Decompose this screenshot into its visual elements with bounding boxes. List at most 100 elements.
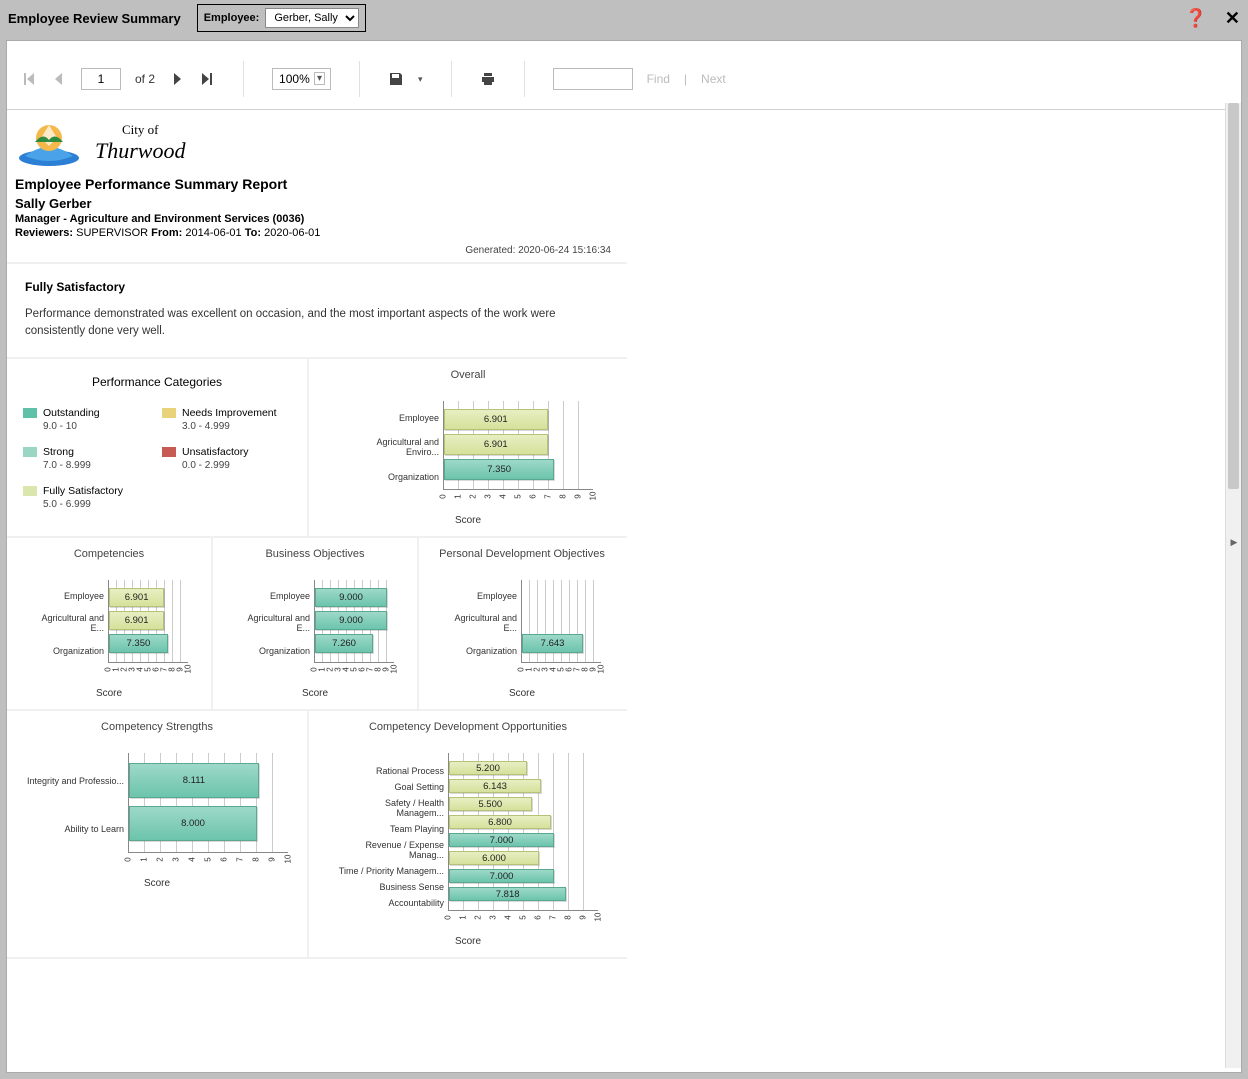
legend-swatch: [23, 408, 37, 418]
chart-title: Competencies: [74, 548, 144, 560]
axis-label: Score: [302, 688, 328, 699]
tick-label: 4: [499, 492, 508, 500]
bar: 7.350: [444, 459, 554, 479]
help-icon[interactable]: ❓: [1184, 8, 1206, 29]
print-icon[interactable]: [480, 71, 496, 87]
axis-label: Score: [144, 878, 170, 889]
bar-label: Agricultural and E...: [236, 613, 310, 633]
find-next-label[interactable]: Next: [701, 72, 726, 86]
next-page-icon[interactable]: [169, 71, 185, 87]
chart-title: Competency Strengths: [101, 721, 213, 733]
legend-name: Needs Improvement: [182, 407, 277, 419]
chart-business: Business Objectives EmployeeAgricultural…: [219, 548, 411, 699]
tick-label: 7: [236, 855, 245, 863]
tick-label: 7: [544, 492, 553, 500]
tick-label: 2: [469, 492, 478, 500]
legend-range: 7.0 - 8.999: [43, 460, 91, 471]
bar: 6.000: [449, 851, 539, 865]
bar: 7.000: [449, 833, 554, 847]
page-number-input[interactable]: [81, 68, 121, 90]
vertical-scrollbar[interactable]: ▶: [1225, 103, 1241, 1068]
personal-cell: Personal Development Objectives Employee…: [419, 538, 625, 709]
tick-label: 3: [489, 913, 498, 921]
zoom-select-wrap[interactable]: 100%: [272, 68, 331, 90]
tick-label: 10: [594, 913, 603, 921]
scrollbar-expand-icon[interactable]: ▶: [1229, 537, 1239, 548]
zoom-select[interactable]: 100%: [272, 68, 331, 90]
legend-title: Performance Categories: [23, 375, 291, 389]
find-label[interactable]: Find: [647, 72, 670, 86]
tick-label: 6: [220, 855, 229, 863]
scrollbar-thumb[interactable]: [1228, 103, 1239, 489]
bar-label: Time / Priority Managem...: [338, 866, 444, 876]
tick-label: 9: [579, 913, 588, 921]
bar: 7.818: [449, 887, 566, 901]
save-icon[interactable]: [388, 71, 404, 87]
bar-label: Safety / Health Managem...: [338, 798, 444, 818]
tick-label: 10: [589, 492, 598, 500]
employee-name: Sally Gerber: [15, 196, 619, 211]
tick-label: 8: [564, 913, 573, 921]
tick-label: 1: [454, 492, 463, 500]
bar-label: Team Playing: [338, 824, 444, 834]
bar: 9.000: [315, 588, 387, 607]
bar-label: Agricultural and Enviro...: [343, 437, 439, 457]
tick-label: 10: [284, 855, 293, 863]
legend-name: Strong: [43, 446, 91, 458]
tick-label: 4: [188, 855, 197, 863]
page-of-label: of 2: [135, 72, 155, 86]
bar: 6.901: [109, 588, 164, 607]
axis-label: Score: [509, 688, 535, 699]
bar: 6.901: [444, 409, 548, 429]
legend-item: Needs Improvement 3.0 - 4.999: [162, 407, 291, 432]
bar-label: Organization: [236, 646, 310, 656]
report-body-scroll[interactable]: City of Thurwood Employee Performance Su…: [7, 110, 1241, 1072]
bar: 7.000: [449, 869, 554, 883]
axis-label: Score: [455, 515, 481, 526]
bar-label: Employee: [343, 413, 439, 423]
competencies-cell: Competencies EmployeeAgricultural and E.…: [7, 538, 213, 709]
tick-label: 8: [559, 492, 568, 500]
tick-label: 4: [504, 913, 513, 921]
legend-name: Unsatisfactory: [182, 446, 249, 458]
chart-strengths: Competency Strengths Integrity and Profe…: [13, 721, 301, 889]
tick-label: 1: [459, 913, 468, 921]
close-icon[interactable]: ✕: [1225, 8, 1240, 29]
legend-item: Fully Satisfactory 5.0 - 6.999: [23, 485, 152, 510]
report-viewer-toolbar: of 2 100% ▾ Find |: [7, 41, 1241, 110]
tick-label: 10: [184, 665, 193, 673]
bar: 6.901: [444, 434, 548, 454]
employee-select[interactable]: Gerber, Sally: [265, 8, 359, 28]
chart-dev: Competency Development Opportunities Rat…: [315, 721, 621, 947]
last-page-icon[interactable]: [199, 71, 215, 87]
tick-label: 2: [474, 913, 483, 921]
bar-label: Accountability: [338, 898, 444, 908]
tick-label: 5: [519, 913, 528, 921]
tick-label: 10: [597, 665, 606, 673]
legend-swatch: [162, 408, 176, 418]
tick-label: 6: [529, 492, 538, 500]
report-header: Employee Performance Summary Report Sall…: [7, 172, 627, 262]
first-page-icon[interactable]: [21, 71, 37, 87]
tick-label: 3: [172, 855, 181, 863]
bar: 6.800: [449, 815, 551, 829]
logo-text-small: City of: [95, 122, 185, 138]
bar-label: Agricultural and E...: [30, 613, 104, 633]
bar-label: Rational Process: [338, 766, 444, 776]
prev-page-icon[interactable]: [51, 71, 67, 87]
tick-label: 6: [534, 913, 543, 921]
legend-range: 9.0 - 10: [43, 421, 100, 432]
title-bar: Employee Review Summary Employee: Gerber…: [0, 0, 1248, 36]
tick-label: 5: [514, 492, 523, 500]
legend-cell: Performance Categories Outstanding 9.0 -…: [7, 359, 309, 536]
summary-body: Performance demonstrated was excellent o…: [25, 306, 609, 341]
find-input[interactable]: [553, 68, 633, 90]
bar: 7.350: [109, 634, 168, 653]
legend-swatch: [23, 486, 37, 496]
chart-title: Business Objectives: [265, 548, 364, 560]
employee-label: Employee:: [204, 12, 260, 24]
bar-label: Goal Setting: [338, 782, 444, 792]
logo-row: City of Thurwood: [7, 110, 627, 172]
tick-label: 0: [439, 492, 448, 500]
save-dropdown-icon[interactable]: ▾: [418, 74, 423, 85]
